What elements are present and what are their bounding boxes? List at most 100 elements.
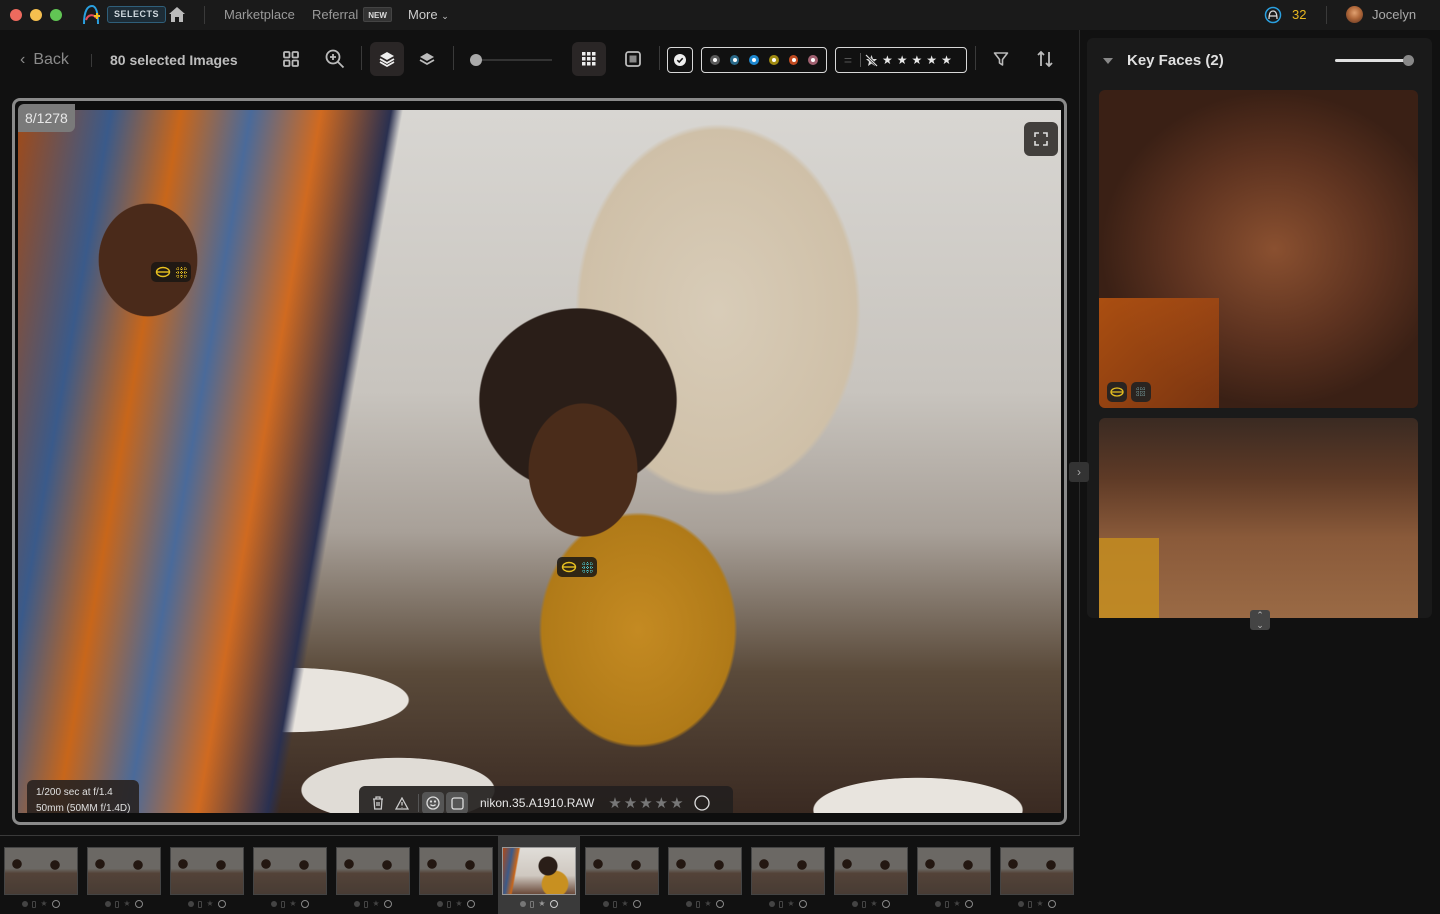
divider xyxy=(860,53,861,67)
equals-operator[interactable]: = xyxy=(840,52,856,68)
nav-referral[interactable]: Referral NEW xyxy=(312,0,392,30)
exif-exposure: 1/200 sec at f/1.4 xyxy=(36,787,113,798)
nav-more[interactable]: More ⌄ xyxy=(408,0,449,30)
filmstrip-thumbnail[interactable]: ★ xyxy=(415,836,497,914)
fullscreen-icon xyxy=(1034,132,1048,146)
rating-star-1[interactable]: ★ xyxy=(608,794,621,812)
pick-circle-icon[interactable] xyxy=(549,900,558,908)
pick-circle-icon[interactable] xyxy=(134,900,143,908)
rating-star-5[interactable]: ★ xyxy=(670,794,683,812)
main-photo[interactable]: 1/200 sec at f/1.4 50mm (50MM f/1.4D) ni… xyxy=(18,110,1061,813)
color-label-5[interactable] xyxy=(808,55,819,65)
color-label-2[interactable] xyxy=(749,55,760,65)
rating-star-4[interactable]: ★ xyxy=(655,794,668,812)
pick-circle-icon[interactable] xyxy=(300,900,309,908)
thumbnail-size-slider[interactable] xyxy=(470,54,552,66)
picked-filter[interactable] xyxy=(667,47,693,73)
nav-marketplace[interactable]: Marketplace xyxy=(224,0,295,30)
filmstrip-thumbnail[interactable]: ★ xyxy=(83,836,165,914)
star-filter-3[interactable]: ★ xyxy=(912,53,923,67)
filmstrip-thumbnail[interactable]: ★ xyxy=(581,836,663,914)
thumbnail-image xyxy=(585,847,659,895)
color-dot-center xyxy=(732,58,737,62)
filmstrip-thumbnail[interactable]: ★ xyxy=(498,836,580,914)
pick-circle-icon[interactable] xyxy=(217,900,226,908)
minimize-window-button[interactable] xyxy=(30,9,42,21)
thumbnail-meta: ★ xyxy=(332,898,414,910)
color-dot-center xyxy=(791,58,796,62)
collapse-panel-button[interactable]: › xyxy=(1069,462,1089,482)
filter-button[interactable] xyxy=(984,42,1018,76)
pick-circle-icon[interactable] xyxy=(1047,900,1056,908)
star-icon: ★ xyxy=(953,899,961,908)
single-view-button[interactable] xyxy=(616,42,650,76)
zoom-in-button[interactable] xyxy=(318,42,352,76)
star-filter-5[interactable]: ★ xyxy=(941,53,952,67)
star-filter-group: ★ ★ ★ ★ ★ xyxy=(880,53,954,67)
warning-button[interactable] xyxy=(391,792,413,813)
color-label-4[interactable] xyxy=(788,55,799,65)
expand-panel-button[interactable]: ⌃ ⌄ xyxy=(1250,610,1270,630)
thumbnail-meta: ★ xyxy=(747,898,829,910)
grid-view-button[interactable] xyxy=(572,42,606,76)
pick-circle-icon[interactable] xyxy=(715,900,724,908)
filmstrip-thumbnail[interactable]: ★ xyxy=(913,836,995,914)
compare-grid-button[interactable] xyxy=(274,42,308,76)
sort-button[interactable] xyxy=(1028,42,1062,76)
divider xyxy=(1326,6,1327,24)
color-label-1[interactable] xyxy=(729,55,740,65)
delete-button[interactable] xyxy=(367,792,389,813)
close-window-button[interactable] xyxy=(10,9,22,21)
pick-circle-icon[interactable] xyxy=(632,900,641,908)
home-icon[interactable] xyxy=(168,6,186,23)
pick-circle-icon[interactable] xyxy=(964,900,973,908)
slider-knob[interactable] xyxy=(470,54,482,66)
selects-badge[interactable]: SELECTS xyxy=(107,6,167,23)
face-marker[interactable] xyxy=(151,262,191,282)
filmstrip-thumbnail[interactable]: ★ xyxy=(249,836,331,914)
pick-circle-icon[interactable] xyxy=(51,900,60,908)
user-name[interactable]: Jocelyn xyxy=(1372,0,1416,30)
filmstrip-thumbnail[interactable]: ★ xyxy=(996,836,1078,914)
pick-circle-icon[interactable] xyxy=(383,900,392,908)
user-avatar[interactable] xyxy=(1346,6,1363,23)
slider-knob[interactable] xyxy=(1403,55,1414,66)
star-filter-2[interactable]: ★ xyxy=(897,53,908,67)
rating-star-3[interactable]: ★ xyxy=(639,794,652,812)
star-icon: ★ xyxy=(1036,899,1044,908)
raw-file-icon xyxy=(1028,900,1033,908)
back-button[interactable]: ‹ Back xyxy=(20,30,69,90)
color-label-3[interactable] xyxy=(769,55,779,65)
thumbnail-meta: ★ xyxy=(498,898,580,910)
face-size-slider[interactable] xyxy=(1335,55,1414,66)
star-filter-1[interactable]: ★ xyxy=(882,53,893,67)
pick-circle-icon[interactable] xyxy=(693,795,710,811)
pick-circle-icon[interactable] xyxy=(881,900,890,908)
filmstrip-thumbnail[interactable]: ★ xyxy=(166,836,248,914)
thumbnail-image xyxy=(170,847,244,895)
collapse-triangle-icon[interactable] xyxy=(1103,58,1113,64)
filmstrip-thumbnail[interactable]: ★ xyxy=(332,836,414,914)
single-layer-button[interactable] xyxy=(410,42,444,76)
no-rating-icon[interactable] xyxy=(865,53,878,67)
stack-view-button[interactable] xyxy=(370,42,404,76)
filmstrip-thumbnail[interactable]: ★ xyxy=(747,836,829,914)
maximize-window-button[interactable] xyxy=(50,9,62,21)
star-icon: ★ xyxy=(289,899,297,908)
pick-circle-icon[interactable] xyxy=(798,900,807,908)
filmstrip-thumbnail[interactable]: ★ xyxy=(830,836,912,914)
star-filter-4[interactable]: ★ xyxy=(926,53,937,67)
main-image-viewer[interactable]: 8/1278 1/200 sec at f/1.4 50mm (50MM f/1… xyxy=(12,98,1067,825)
rating-star-2[interactable]: ★ xyxy=(624,794,637,812)
color-label-0[interactable] xyxy=(710,55,720,65)
filmstrip-thumbnail[interactable]: ★ xyxy=(664,836,746,914)
thumbnail-meta: ★ xyxy=(0,898,82,910)
key-face-thumbnail[interactable] xyxy=(1099,418,1418,618)
key-face-thumbnail[interactable] xyxy=(1099,90,1418,408)
fullscreen-button[interactable] xyxy=(1024,122,1058,156)
select-box-button[interactable] xyxy=(446,792,468,813)
pick-circle-icon[interactable] xyxy=(466,900,475,908)
face-marker[interactable] xyxy=(557,557,597,577)
face-detect-button[interactable] xyxy=(422,792,444,813)
filmstrip-thumbnail[interactable]: ★ xyxy=(0,836,82,914)
